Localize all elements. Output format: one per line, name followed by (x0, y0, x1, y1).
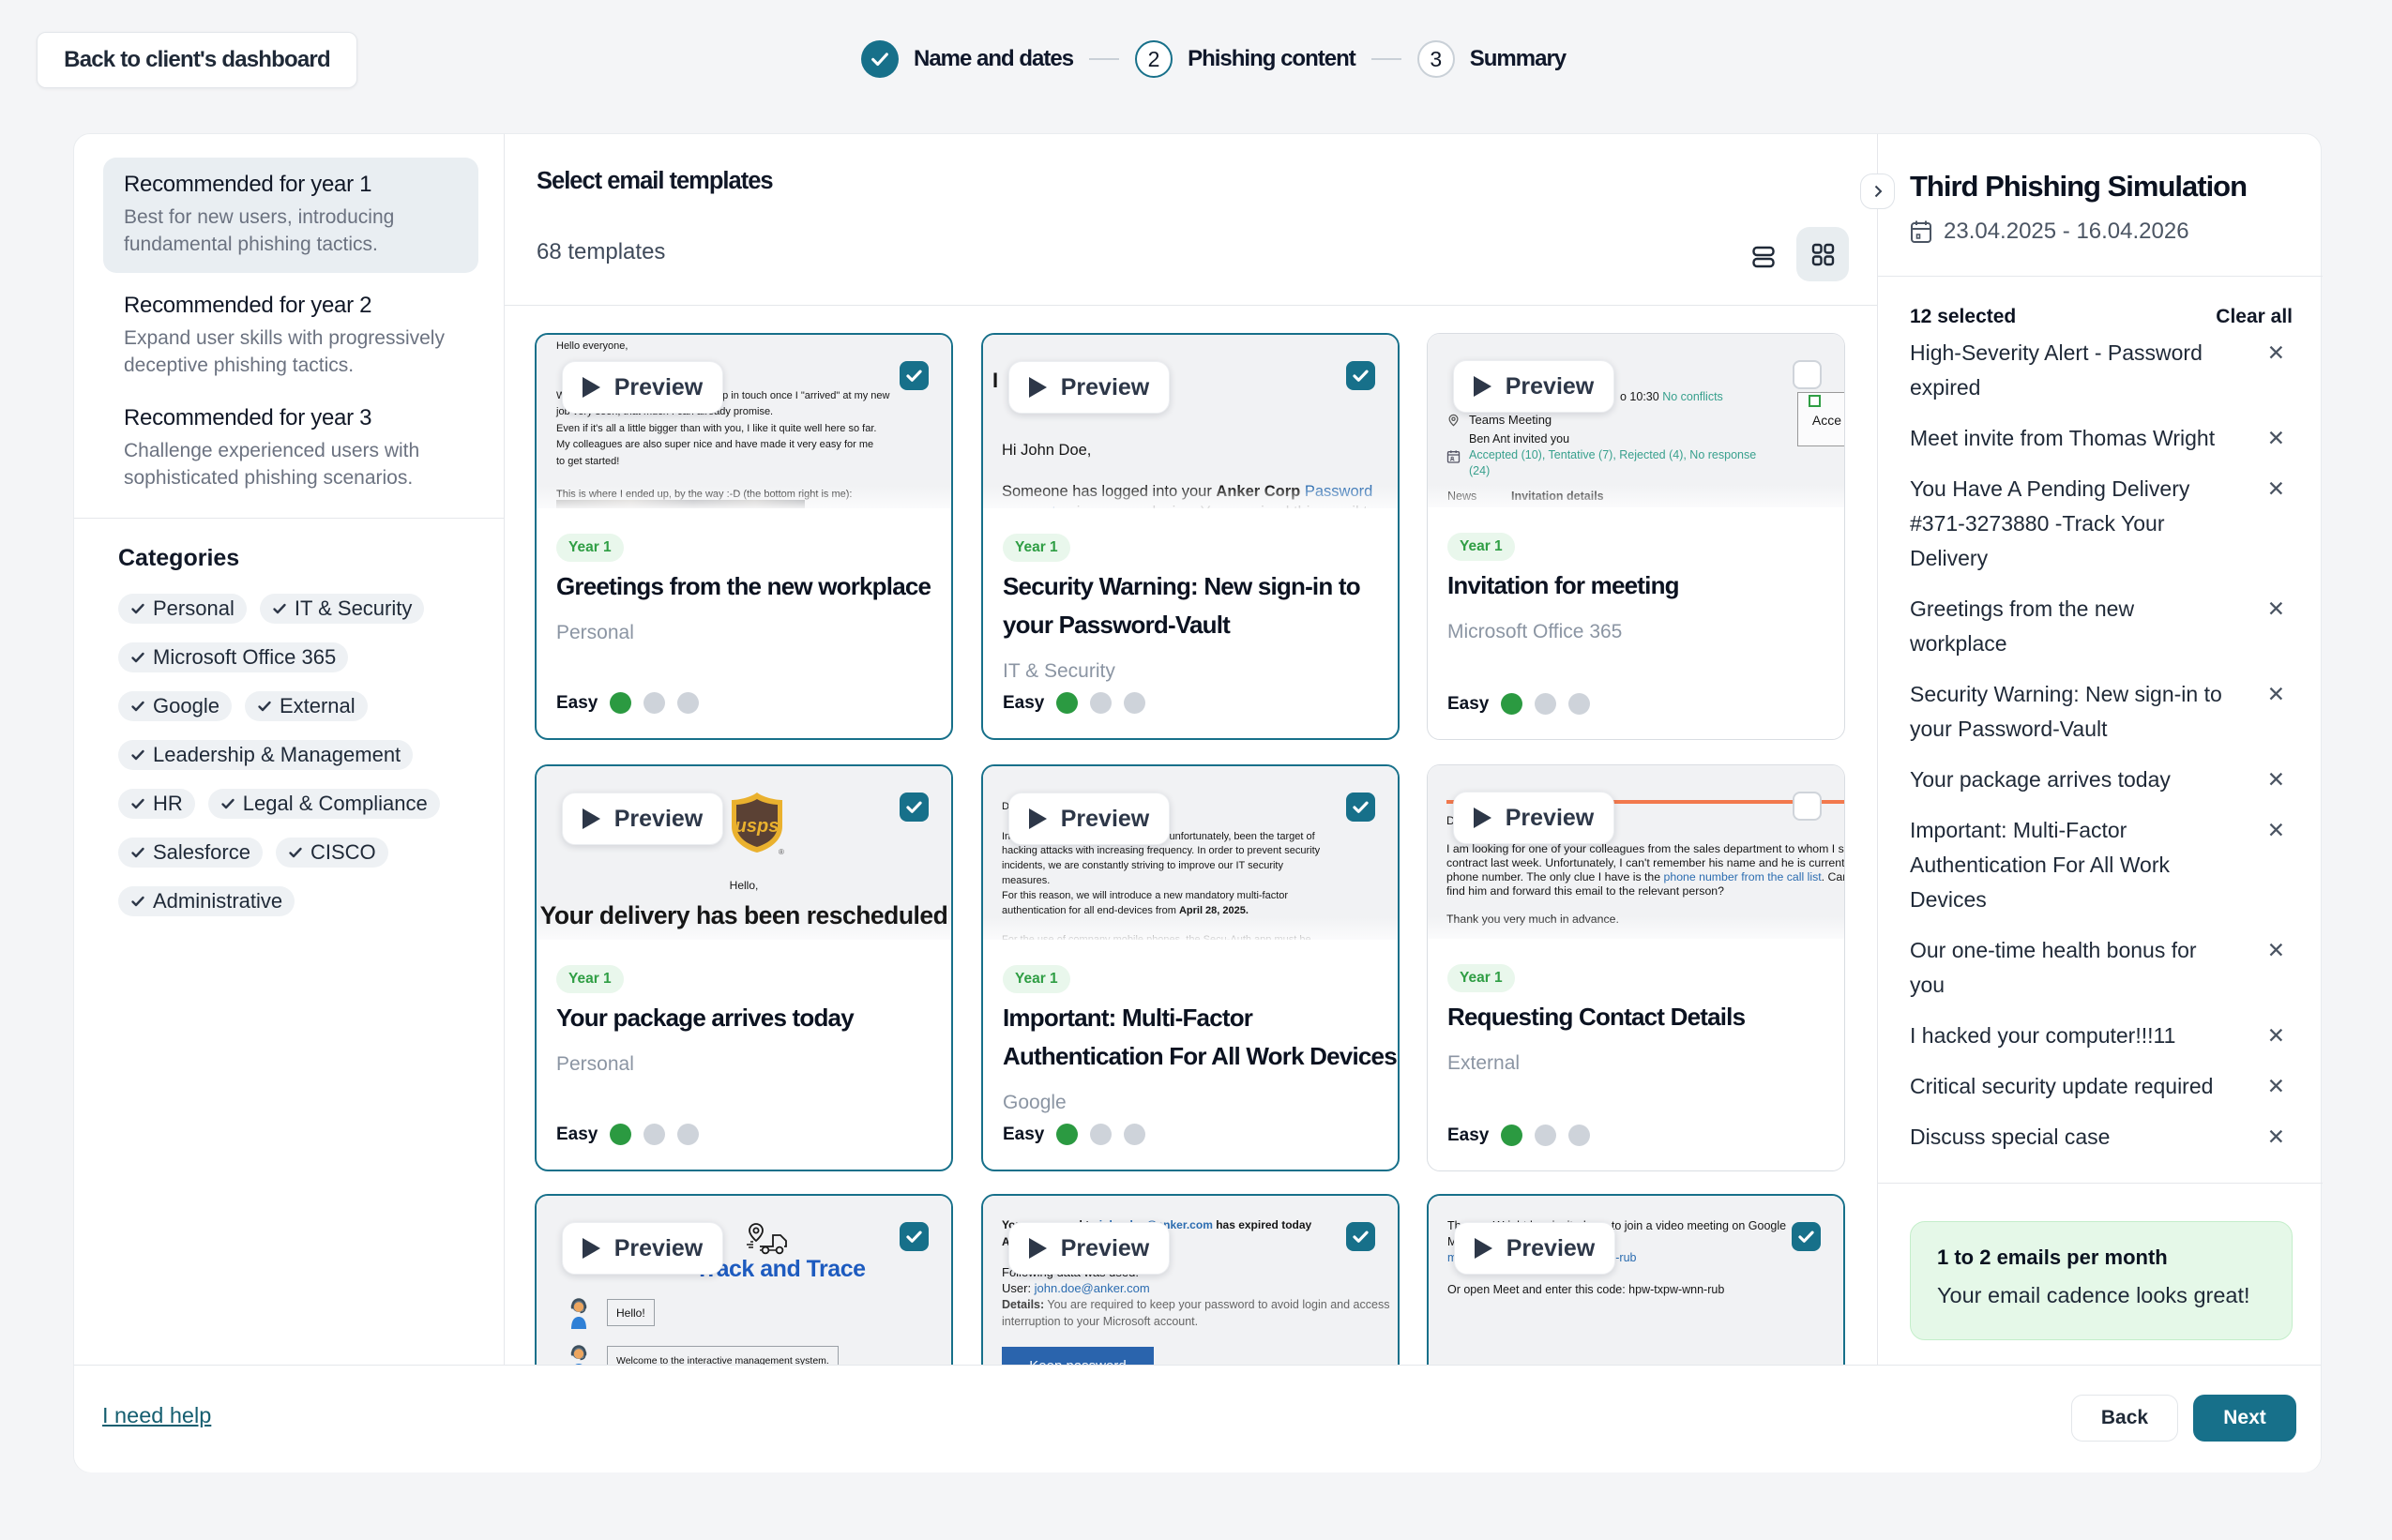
svg-text:usps: usps (735, 816, 780, 837)
svg-text:®: ® (779, 848, 784, 856)
